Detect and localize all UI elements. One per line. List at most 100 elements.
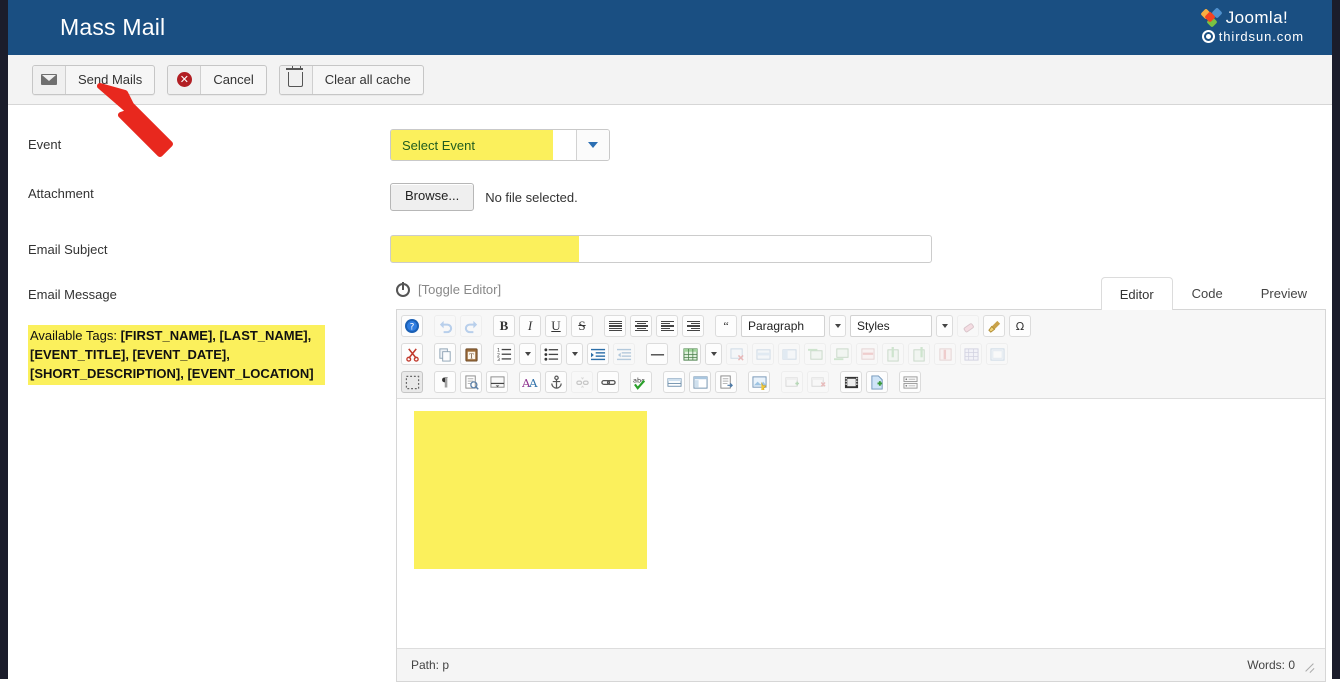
chevron-down-icon[interactable] bbox=[576, 130, 609, 160]
insert-layer-icon[interactable] bbox=[781, 371, 803, 393]
toggle-editor-label: [Toggle Editor] bbox=[418, 282, 501, 297]
numbered-list-chevron-icon[interactable] bbox=[519, 343, 536, 365]
page-break-icon[interactable] bbox=[486, 371, 508, 393]
font-color-icon[interactable]: AA bbox=[519, 371, 541, 393]
unlink-icon[interactable] bbox=[571, 371, 593, 393]
horizontal-rule-icon[interactable] bbox=[646, 343, 668, 365]
underline-icon[interactable]: U bbox=[545, 315, 567, 337]
insert-column-before-icon[interactable] bbox=[882, 343, 904, 365]
svg-text:3: 3 bbox=[497, 357, 500, 362]
insert-table-icon[interactable] bbox=[679, 343, 701, 365]
styles-chevron-icon[interactable] bbox=[936, 315, 953, 337]
strikethrough-icon[interactable]: S bbox=[571, 315, 593, 337]
paragraph-format-chevron-icon[interactable] bbox=[829, 315, 846, 337]
envelope-icon bbox=[33, 66, 66, 94]
editor-top-bar: [Toggle Editor] Editor Code Preview bbox=[396, 263, 1326, 309]
page-title: Mass Mail bbox=[60, 14, 165, 41]
redo-icon[interactable] bbox=[460, 315, 482, 337]
page-header: Mass Mail Joomla! thirdsun.com bbox=[8, 0, 1332, 55]
attachment-file-input[interactable]: Browse... No file selected. bbox=[390, 183, 578, 211]
paragraph-format-value: Paragraph bbox=[742, 319, 810, 333]
send-mails-button[interactable]: Send Mails bbox=[32, 65, 155, 95]
delete-column-icon[interactable] bbox=[934, 343, 956, 365]
outdent-icon[interactable] bbox=[613, 343, 635, 365]
bullet-list-chevron-icon[interactable] bbox=[566, 343, 583, 365]
editor-content-highlight bbox=[414, 411, 647, 569]
available-tags: Available Tags: [FIRST_NAME], [LAST_NAME… bbox=[28, 325, 325, 385]
link-icon[interactable] bbox=[597, 371, 619, 393]
align-left-icon[interactable] bbox=[656, 315, 678, 337]
email-subject-label: Email Subject bbox=[8, 235, 390, 257]
cleanup-broom-icon[interactable] bbox=[983, 315, 1005, 337]
action-toolbar: Send Mails ✕ Cancel Clear all cache bbox=[8, 55, 1332, 105]
event-select[interactable]: Select Event bbox=[390, 129, 610, 161]
insert-image-icon[interactable] bbox=[748, 371, 770, 393]
editor-toolbar-row-1: ? B I U S bbox=[401, 314, 1321, 338]
insert-row-before-icon[interactable] bbox=[804, 343, 826, 365]
copy-icon[interactable] bbox=[434, 343, 456, 365]
special-character-icon[interactable]: Ω bbox=[1009, 315, 1031, 337]
cancel-button[interactable]: ✕ Cancel bbox=[167, 65, 266, 95]
bullet-list-icon[interactable] bbox=[540, 343, 562, 365]
merge-cells-icon[interactable] bbox=[986, 343, 1008, 365]
insert-horizontal-line-icon[interactable] bbox=[663, 371, 685, 393]
blockquote-icon[interactable]: “ bbox=[715, 315, 737, 337]
italic-icon[interactable]: I bbox=[519, 315, 541, 337]
anchor-icon[interactable] bbox=[545, 371, 567, 393]
spellcheck-icon[interactable]: abc bbox=[630, 371, 652, 393]
tab-editor[interactable]: Editor bbox=[1101, 277, 1173, 310]
remove-layer-icon[interactable] bbox=[807, 371, 829, 393]
delete-row-icon[interactable] bbox=[856, 343, 878, 365]
tab-preview[interactable]: Preview bbox=[1242, 276, 1326, 309]
styles-select-value: Styles bbox=[851, 319, 896, 333]
resize-grip-icon[interactable] bbox=[1304, 660, 1315, 671]
delete-table-icon[interactable] bbox=[726, 343, 748, 365]
visual-blocks-icon[interactable] bbox=[401, 371, 423, 393]
clear-all-cache-button[interactable]: Clear all cache bbox=[279, 65, 424, 95]
insert-media-icon[interactable] bbox=[840, 371, 862, 393]
tab-code[interactable]: Code bbox=[1173, 276, 1242, 309]
read-more-icon[interactable] bbox=[715, 371, 737, 393]
svg-text:T: T bbox=[469, 352, 474, 360]
insert-column-after-icon[interactable] bbox=[908, 343, 930, 365]
admin-page: Mass Mail Joomla! thirdsun.com Send Mail… bbox=[0, 0, 1340, 679]
split-cells-icon[interactable] bbox=[960, 343, 982, 365]
browse-button[interactable]: Browse... bbox=[390, 183, 474, 211]
show-invisible-characters-icon[interactable]: ¶ bbox=[434, 371, 456, 393]
help-icon[interactable]: ? bbox=[401, 315, 423, 337]
table-chevron-icon[interactable] bbox=[705, 343, 722, 365]
align-justify-icon[interactable] bbox=[604, 315, 626, 337]
undo-icon[interactable] bbox=[434, 315, 456, 337]
bold-icon[interactable]: B bbox=[493, 315, 515, 337]
brand-site: thirdsun.com bbox=[1219, 29, 1304, 44]
editor-status-bar: Path: p Words: 0 bbox=[397, 648, 1325, 681]
modules-list-icon[interactable] bbox=[899, 371, 921, 393]
target-icon bbox=[1202, 30, 1215, 43]
styles-select[interactable]: Styles bbox=[850, 315, 932, 337]
event-row: Event Select Event bbox=[8, 129, 1332, 161]
align-center-icon[interactable] bbox=[630, 315, 652, 337]
insert-page-icon[interactable] bbox=[866, 371, 888, 393]
cut-scissors-icon[interactable] bbox=[401, 343, 423, 365]
cell-properties-icon[interactable] bbox=[778, 343, 800, 365]
align-right-icon[interactable] bbox=[682, 315, 704, 337]
editor-toolbars: ? B I U S bbox=[397, 310, 1325, 399]
attachment-row: Attachment Browse... No file selected. bbox=[8, 183, 1332, 211]
email-subject-input[interactable] bbox=[390, 235, 932, 263]
email-message-label-block: Email Message Available Tags: [FIRST_NAM… bbox=[8, 287, 390, 385]
numbered-list-icon[interactable]: 123 bbox=[493, 343, 515, 365]
indent-icon[interactable] bbox=[587, 343, 609, 365]
available-tags-prefix: Available Tags: bbox=[30, 328, 121, 343]
paragraph-format-select[interactable]: Paragraph bbox=[741, 315, 825, 337]
template-icon[interactable] bbox=[689, 371, 711, 393]
insert-row-after-icon[interactable] bbox=[830, 343, 852, 365]
editor-content-area[interactable] bbox=[397, 399, 1325, 648]
row-properties-icon[interactable] bbox=[752, 343, 774, 365]
remove-format-eraser-icon[interactable] bbox=[957, 315, 979, 337]
joomla-brand: Joomla! thirdsun.com bbox=[1202, 8, 1304, 44]
preview-page-icon[interactable] bbox=[460, 371, 482, 393]
editor-tabs: Editor Code Preview bbox=[1101, 276, 1326, 309]
toggle-editor-button[interactable]: [Toggle Editor] bbox=[396, 282, 501, 309]
paste-as-text-icon[interactable]: T bbox=[460, 343, 482, 365]
cancel-circle-icon: ✕ bbox=[168, 66, 201, 94]
